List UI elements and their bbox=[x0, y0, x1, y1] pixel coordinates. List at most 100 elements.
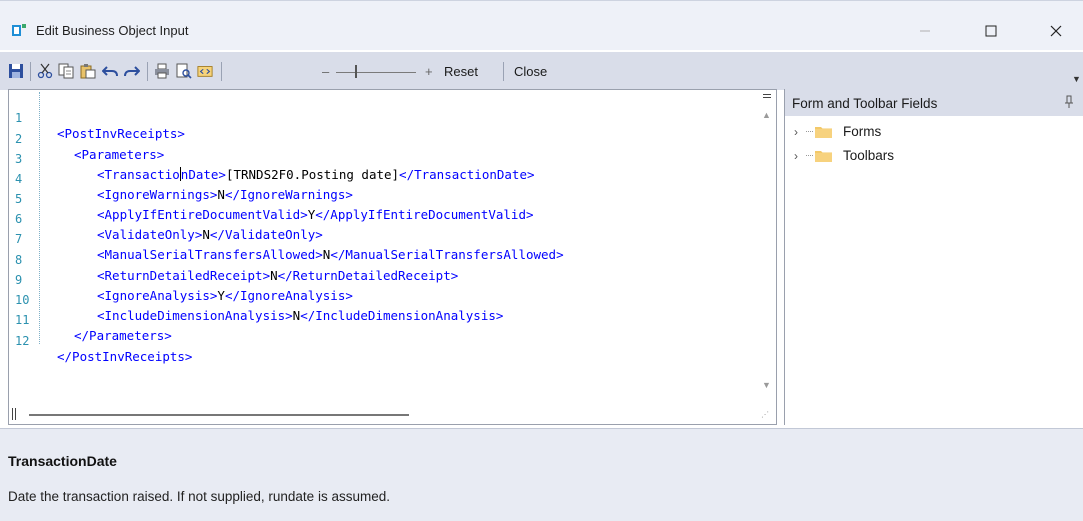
xml-editor[interactable]: 1 <PostInvReceipts> 2 <Parameters> 3 <Tr… bbox=[8, 89, 777, 425]
xml-open-tag: <IgnoreWarnings> bbox=[97, 187, 218, 202]
xml-value: N bbox=[202, 227, 210, 242]
pin-icon[interactable] bbox=[1064, 95, 1074, 109]
xml-element: <TransactionDate>[TRNDS2F0.Posting date]… bbox=[97, 167, 535, 183]
panel-title: Form and Toolbar Fields bbox=[792, 96, 938, 111]
scroll-up-icon[interactable]: ▲ bbox=[762, 110, 771, 120]
xml-close-tag: </TransactionDate> bbox=[399, 167, 535, 182]
panel-header: Form and Toolbar Fields bbox=[785, 89, 1083, 116]
zoom-slider-thumb[interactable] bbox=[355, 65, 357, 78]
xml-tag: <Parameters> bbox=[74, 147, 165, 162]
toolbar-separator bbox=[30, 62, 31, 81]
line-number: 12 bbox=[15, 334, 30, 348]
undo-icon[interactable] bbox=[102, 63, 118, 79]
print-icon[interactable] bbox=[154, 63, 170, 79]
horizontal-scroll-thumb[interactable] bbox=[29, 414, 409, 416]
cut-icon[interactable] bbox=[37, 63, 53, 79]
toolbar-separator bbox=[221, 62, 222, 81]
splitter-grip-icon[interactable] bbox=[12, 408, 16, 420]
code-line: 5 <ApplyIfEntireDocumentValid>Y</ApplyIf… bbox=[9, 175, 534, 222]
paste-icon[interactable] bbox=[80, 63, 96, 79]
xml-tag: <PostInvReceipts> bbox=[57, 126, 185, 141]
code-line: 2 <Parameters> bbox=[9, 115, 164, 162]
minimize-button[interactable] bbox=[905, 13, 945, 49]
folder-icon bbox=[815, 151, 832, 162]
xml-open-tag: <IgnoreAnalysis> bbox=[97, 288, 218, 303]
code-line: 4 <IgnoreWarnings>N</IgnoreWarnings> bbox=[9, 155, 353, 202]
title-bar: Edit Business Object Input bbox=[0, 0, 1083, 50]
print-preview-icon[interactable] bbox=[176, 63, 192, 79]
code-line: 12 </PostInvReceipts> bbox=[9, 317, 192, 364]
xml-value: N bbox=[270, 268, 278, 283]
xml-close-tag: </ManualSerialTransfersAllowed> bbox=[330, 247, 564, 262]
toolbar-overflow-icon[interactable]: ▼ bbox=[1072, 74, 1081, 84]
minimize-icon bbox=[920, 30, 930, 32]
code-line: 9 <IgnoreAnalysis>Y</IgnoreAnalysis> bbox=[9, 256, 353, 303]
code-line: 11 </Parameters> bbox=[9, 296, 172, 343]
help-description: Date the transaction raised. If not supp… bbox=[8, 489, 390, 504]
xml-tag: </Parameters> bbox=[74, 328, 172, 343]
xml-value: Y bbox=[217, 288, 225, 303]
zoom-slider-track[interactable] bbox=[336, 72, 416, 73]
xml-open-tag-end: nDate> bbox=[180, 167, 226, 182]
zoom-out-button[interactable]: – bbox=[322, 64, 329, 79]
code-line: 7 <ManualSerialTransfersAllowed>N</Manua… bbox=[9, 215, 564, 262]
xml-element: <ReturnDetailedReceipt>N</ReturnDetailed… bbox=[97, 268, 458, 284]
xml-open-tag: <ManualSerialTransfersAllowed> bbox=[97, 247, 323, 262]
close-window-button[interactable] bbox=[1036, 13, 1076, 49]
xml-close-tag: </IncludeDimensionAnalysis> bbox=[300, 308, 504, 323]
code-line: 8 <ReturnDetailedReceipt>N</ReturnDetail… bbox=[9, 236, 458, 283]
xml-open-tag: <ValidateOnly> bbox=[97, 227, 203, 242]
window-title: Edit Business Object Input bbox=[36, 23, 189, 38]
help-panel: TransactionDate Date the transaction rai… bbox=[0, 428, 1083, 521]
resize-grip-icon[interactable]: ⋰ bbox=[761, 410, 769, 419]
xml-close-tag: </ApplyIfEntireDocumentValid> bbox=[315, 207, 534, 222]
tree-connector bbox=[806, 155, 813, 156]
save-icon[interactable] bbox=[8, 63, 24, 79]
toolbar-separator bbox=[503, 62, 504, 81]
folder-icon bbox=[815, 127, 832, 138]
reset-button[interactable]: Reset bbox=[444, 64, 478, 79]
help-title: TransactionDate bbox=[8, 453, 117, 469]
maximize-icon bbox=[985, 25, 997, 37]
toolbar-separator bbox=[147, 62, 148, 81]
insert-field-icon[interactable] bbox=[197, 63, 213, 79]
tree-item-label: Forms bbox=[843, 124, 882, 139]
chevron-right-icon[interactable]: › bbox=[794, 125, 798, 139]
tree-connector bbox=[806, 131, 813, 132]
toolbar: – + Reset Close ▼ bbox=[0, 52, 1083, 90]
close-icon bbox=[1050, 25, 1062, 37]
xml-close-tag: </ValidateOnly> bbox=[209, 227, 323, 242]
xml-element: <IgnoreAnalysis>Y</IgnoreAnalysis> bbox=[97, 288, 353, 304]
code-line: 10 <IncludeDimensionAnalysis>N</IncludeD… bbox=[9, 276, 503, 323]
maximize-button[interactable] bbox=[971, 13, 1011, 49]
scroll-down-icon[interactable]: ▼ bbox=[762, 380, 771, 390]
redo-icon[interactable] bbox=[124, 63, 140, 79]
xml-tag: </PostInvReceipts> bbox=[57, 349, 193, 364]
horizontal-scrollbar[interactable] bbox=[9, 406, 758, 424]
tree-item-label: Toolbars bbox=[843, 148, 895, 163]
xml-open-tag: <ApplyIfEntireDocumentValid> bbox=[97, 207, 308, 222]
close-button[interactable]: Close bbox=[514, 64, 547, 79]
vertical-scrollbar[interactable]: ▲ ▼ bbox=[758, 90, 776, 406]
app-icon bbox=[12, 24, 26, 36]
xml-value: [TRNDS2F0.Posting date] bbox=[225, 167, 400, 182]
copy-icon[interactable] bbox=[58, 63, 74, 79]
xml-element: <ApplyIfEntireDocumentValid>Y</ApplyIfEn… bbox=[97, 207, 534, 223]
xml-value: N bbox=[217, 187, 225, 202]
splitter-grip-icon[interactable] bbox=[763, 94, 771, 98]
zoom-in-button[interactable]: + bbox=[425, 64, 433, 79]
gutter-divider bbox=[39, 92, 40, 344]
xml-close-tag: </ReturnDetailedReceipt> bbox=[277, 268, 459, 283]
code-line: 3 <TransactionDate>[TRNDS2F0.Posting dat… bbox=[9, 135, 535, 182]
xml-element: <IgnoreWarnings>N</IgnoreWarnings> bbox=[97, 187, 353, 203]
form-toolbar-fields-panel: Form and Toolbar Fields › Forms › Toolba… bbox=[784, 89, 1083, 425]
xml-open-tag: <IncludeDimensionAnalysis> bbox=[97, 308, 293, 323]
chevron-right-icon[interactable]: › bbox=[794, 149, 798, 163]
xml-open-tag: <ReturnDetailedReceipt> bbox=[97, 268, 271, 283]
xml-close-tag: </IgnoreWarnings> bbox=[224, 187, 353, 202]
xml-element: <IncludeDimensionAnalysis>N</IncludeDime… bbox=[97, 308, 503, 324]
xml-open-tag-start: <Transactio bbox=[97, 167, 180, 182]
tree-item-forms[interactable]: › Forms bbox=[785, 122, 1075, 142]
xml-element: <ManualSerialTransfersAllowed>N</ManualS… bbox=[97, 247, 564, 263]
tree-item-toolbars[interactable]: › Toolbars bbox=[785, 146, 1075, 166]
